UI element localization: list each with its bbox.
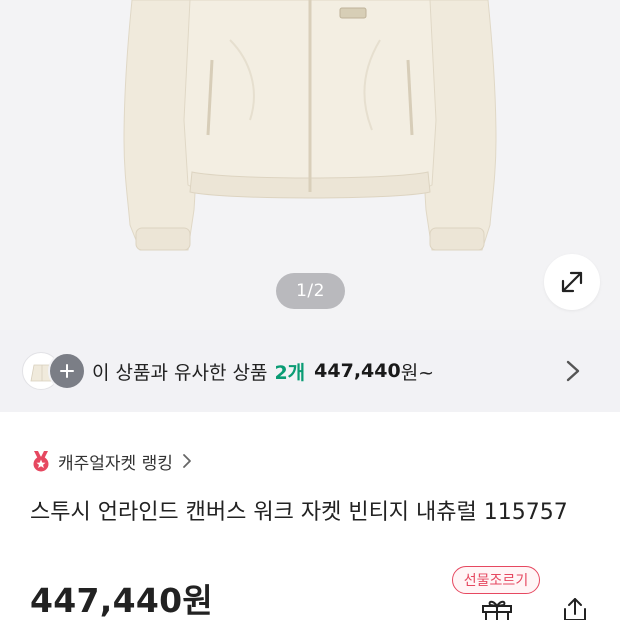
expand-image-button[interactable] bbox=[544, 254, 600, 310]
product-image-gallery[interactable]: 1/2 bbox=[0, 0, 620, 330]
similar-count: 2개 bbox=[274, 361, 306, 384]
gift-request-label: 선물조르기 bbox=[463, 573, 529, 589]
similar-price-suffix: 원~ bbox=[400, 361, 435, 384]
image-page-indicator-text: 1/2 bbox=[296, 281, 325, 301]
gift-icon[interactable] bbox=[479, 598, 515, 620]
ranking-medal-icon bbox=[33, 451, 49, 472]
category-ranking-link[interactable]: 캐주얼자켓 랭킹 bbox=[30, 447, 193, 475]
image-page-indicator: 1/2 bbox=[276, 273, 345, 309]
plus-icon bbox=[48, 352, 86, 390]
share-icon[interactable] bbox=[560, 596, 590, 620]
gift-request-badge[interactable]: 선물조르기 bbox=[452, 566, 540, 594]
similar-min-price: 447,440 bbox=[314, 360, 401, 382]
similar-products-bar[interactable]: 이 상품과 유사한 상품 2개 447,440 원~ bbox=[0, 330, 620, 412]
product-price: 447,440원 bbox=[30, 581, 214, 620]
expand-arrows-icon bbox=[561, 271, 583, 293]
chevron-right-small-icon bbox=[182, 454, 191, 468]
product-title: 스투시 언라인드 캔버스 워크 자켓 빈티지 내츄럴 115757 bbox=[30, 500, 568, 525]
ranking-label: 캐주얼자켓 랭킹 bbox=[58, 453, 173, 474]
chevron-right-icon[interactable] bbox=[560, 356, 586, 386]
similar-thumbnails bbox=[22, 352, 86, 392]
similar-lead-text: 이 상품과 유사한 상품 bbox=[92, 361, 268, 384]
similar-products-text: 이 상품과 유사한 상품 2개 447,440 원~ bbox=[92, 330, 434, 412]
